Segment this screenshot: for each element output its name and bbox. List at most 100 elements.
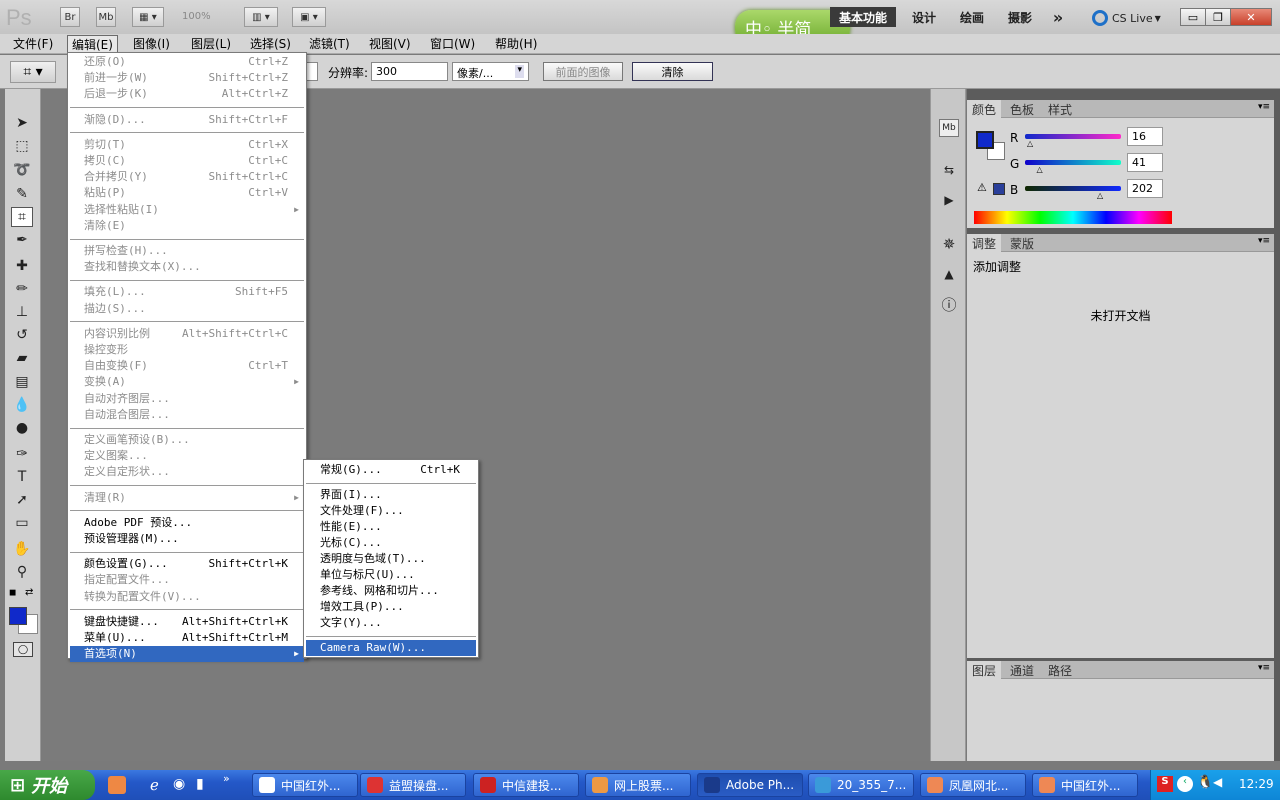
tray-back-icon[interactable]: ‹	[1177, 776, 1193, 792]
taskbar-task[interactable]: 网上股票...	[585, 773, 691, 797]
tray-s-icon[interactable]: S	[1157, 776, 1173, 792]
g-input[interactable]: 41	[1127, 153, 1163, 172]
menu-item[interactable]: 粘贴(P) Ctrl+V	[70, 185, 304, 201]
taskbar-task[interactable]: 中国红外...	[252, 773, 358, 797]
menu-item[interactable]: 键盘快捷键... Alt+Shift+Ctrl+K	[70, 614, 304, 630]
mini-bridge-button[interactable]: Mb	[96, 7, 116, 27]
zoom-level[interactable]: 100%	[182, 11, 211, 22]
panel-menu-icon[interactable]: ▾≡	[1258, 236, 1270, 246]
r-slider-thumb[interactable]: △	[1027, 139, 1033, 148]
tab-paths[interactable]: 路径	[1043, 661, 1077, 679]
b-input[interactable]: 202	[1127, 179, 1163, 198]
restore-button[interactable]: ❐	[1205, 8, 1231, 26]
app-icon[interactable]: ▮	[196, 776, 204, 792]
tab-swatches[interactable]: 色板	[1005, 100, 1039, 118]
taskbar-task[interactable]: Adobe Ph...	[697, 773, 803, 797]
b-slider-thumb[interactable]: △	[1097, 191, 1103, 200]
menu-select[interactable]: 选择(S)	[246, 35, 295, 53]
workspace-painting[interactable]: 绘画	[952, 7, 992, 27]
actions-icon[interactable]: ▶	[939, 191, 959, 209]
menu-item[interactable]: 变换(A) ▶	[70, 374, 304, 390]
browser-icon[interactable]: ◉	[173, 776, 185, 792]
screen-mode-button[interactable]: ▣ ▾	[292, 7, 326, 27]
crop-tool-icon[interactable]: ⌗	[11, 207, 33, 227]
menu-item[interactable]: 合并拷贝(Y) Shift+Ctrl+C	[70, 169, 304, 185]
taskbar-task[interactable]: 20_355_7...	[808, 773, 914, 797]
taskbar-task[interactable]: 益盟操盘...	[360, 773, 466, 797]
menu-item[interactable]: 内容识别比例 Alt+Shift+Ctrl+C	[70, 326, 304, 342]
menu-item[interactable]: 指定配置文件...	[70, 572, 304, 588]
fg-swatch[interactable]	[976, 131, 994, 149]
color-ramp[interactable]	[974, 211, 1172, 224]
more-workspaces-button[interactable]: »	[1044, 7, 1072, 27]
cs-live-button[interactable]: CS Live ▼	[1092, 9, 1168, 27]
menu-item[interactable]: 清理(R) ▶	[70, 490, 304, 506]
tab-masks[interactable]: 蒙版	[1005, 234, 1039, 252]
menu-item[interactable]: 单位与标尺(U)...	[306, 567, 476, 583]
menu-item[interactable]: Camera Raw(W)...	[306, 640, 476, 656]
front-image-button[interactable]: 前面的图像	[543, 62, 623, 81]
tray-qq-icon[interactable]: 🐧	[1197, 775, 1213, 790]
menu-item[interactable]: 定义画笔预设(B)...	[70, 432, 304, 448]
taskbar-task[interactable]: 中国红外...	[1032, 773, 1138, 797]
menu-item[interactable]: Adobe PDF 预设...	[70, 515, 304, 531]
taskbar-task[interactable]: 中信建投...	[473, 773, 579, 797]
menu-item[interactable]: 定义图案...	[70, 448, 304, 464]
history-icon[interactable]: ⇆	[939, 161, 959, 179]
workspace-design[interactable]: 设计	[904, 7, 944, 27]
menu-file[interactable]: 文件(F)	[9, 35, 57, 53]
menu-item[interactable]: 文字(Y)...	[306, 615, 476, 631]
b-slider[interactable]	[1025, 186, 1121, 191]
menu-item[interactable]: 转换为配置文件(V)...	[70, 589, 304, 605]
view-extras-button[interactable]: ▦ ▾	[132, 7, 164, 27]
menu-item[interactable]: 拼写检查(H)...	[70, 243, 304, 259]
close-button[interactable]: ✕	[1230, 8, 1272, 26]
history-brush-tool-icon[interactable]: ↺	[11, 325, 33, 345]
start-button[interactable]: ⊞ 开始	[0, 770, 95, 800]
clear-button[interactable]: 清除	[632, 62, 713, 81]
menu-image[interactable]: 图像(I)	[129, 35, 174, 53]
workspace-essentials[interactable]: 基本功能	[830, 7, 896, 27]
menu-item[interactable]: 渐隐(D)... Shift+Ctrl+F	[70, 112, 304, 128]
quick-mask-icon[interactable]: ◯	[13, 642, 33, 657]
rectangle-tool-icon[interactable]: ▭	[11, 513, 33, 533]
menu-item[interactable]: 查找和替换文本(X)...	[70, 259, 304, 275]
menu-item[interactable]: 光标(C)...	[306, 535, 476, 551]
g-slider-thumb[interactable]: △	[1036, 165, 1042, 174]
ie-icon[interactable]: ℯ	[150, 776, 159, 794]
pen-tool-icon[interactable]: ✑	[11, 444, 33, 464]
menu-edit[interactable]: 编辑(E)	[67, 35, 118, 53]
menu-item[interactable]: 参考线、网格和切片...	[306, 583, 476, 599]
move-tool-icon[interactable]: ➤	[11, 113, 33, 133]
menu-help[interactable]: 帮助(H)	[491, 35, 541, 53]
menu-layer[interactable]: 图层(L)	[187, 35, 235, 53]
zoom-tool-icon[interactable]: ⚲	[11, 562, 33, 582]
clone-stamp-tool-icon[interactable]: ⊥	[11, 302, 33, 322]
lasso-tool-icon[interactable]: ➰	[11, 160, 33, 180]
r-input[interactable]: 16	[1127, 127, 1163, 146]
minimize-button[interactable]: ▭	[1180, 8, 1206, 26]
tab-channels[interactable]: 通道	[1005, 661, 1039, 679]
histogram-icon[interactable]: ▲	[939, 265, 959, 283]
menu-item[interactable]: 选择性粘贴(I) ▶	[70, 202, 304, 218]
menu-item[interactable]: 剪切(T) Ctrl+X	[70, 137, 304, 153]
type-tool-icon[interactable]: T	[11, 467, 33, 487]
taskbar-task[interactable]: 凤凰网北...	[920, 773, 1026, 797]
menu-item[interactable]: 颜色设置(G)... Shift+Ctrl+K	[70, 556, 304, 572]
mini-bridge-icon[interactable]: Mb	[939, 119, 959, 137]
quick-selection-tool-icon[interactable]: ✎	[11, 184, 33, 204]
menu-item[interactable]: 预设管理器(M)...	[70, 531, 304, 547]
info-icon[interactable]: ⓘ	[939, 295, 959, 314]
r-slider[interactable]	[1025, 134, 1121, 139]
menu-item[interactable]: 清除(E)	[70, 218, 304, 234]
default-colors-icon[interactable]: ◼	[9, 588, 16, 598]
resolution-unit-select[interactable]: 像素/... ▾	[452, 62, 529, 81]
blur-tool-icon[interactable]: 💧	[11, 395, 33, 415]
menu-item[interactable]: 定义自定形状...	[70, 464, 304, 480]
panel-menu-icon[interactable]: ▾≡	[1258, 663, 1270, 673]
quicklaunch-more-icon[interactable]: »	[223, 772, 230, 785]
healing-brush-tool-icon[interactable]: ✚	[11, 256, 33, 276]
dodge-tool-icon[interactable]: ●	[11, 418, 33, 438]
menu-item[interactable]: 常规(G)... Ctrl+K	[306, 462, 476, 478]
clock[interactable]: 12:29	[1239, 777, 1274, 791]
